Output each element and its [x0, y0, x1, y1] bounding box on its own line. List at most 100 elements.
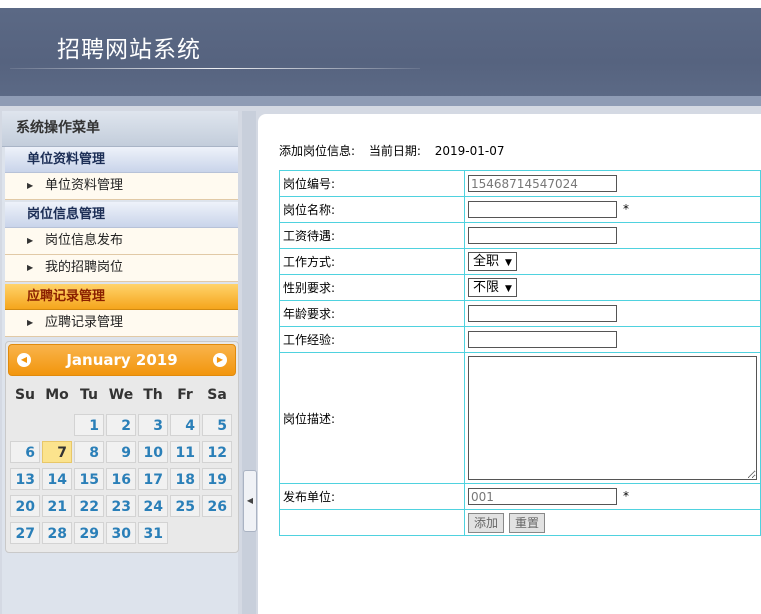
calendar-weekday-mo: Mo [45, 387, 69, 403]
field-label: 发布单位: [279, 483, 465, 510]
main-content: 添加岗位信息: 当前日期: 2019-01-07 岗位编号: 岗位名称: * 工… [258, 114, 761, 614]
sidebar-group-applications[interactable]: 应聘记录管理 [5, 284, 238, 310]
calendar-day-today[interactable]: 7 [42, 441, 72, 463]
calendar-day[interactable]: 23 [106, 495, 136, 517]
form-row-actions: 添加 重置 [279, 509, 761, 536]
required-mark: * [623, 489, 629, 503]
field-label: 岗位描述: [279, 352, 465, 484]
calendar-prev-icon[interactable]: ◀ [17, 353, 31, 367]
chevron-right-icon: ▶ [27, 236, 34, 245]
calendar-day[interactable]: 17 [138, 468, 168, 490]
form-row-age: 年龄要求: [279, 300, 761, 327]
work-mode-value: 全职 [473, 254, 500, 269]
calendar-day[interactable]: 30 [106, 522, 136, 544]
job-code-input[interactable] [468, 175, 617, 192]
form-row-gender: 性别要求: 不限 ▼ [279, 274, 761, 301]
sidebar: 系统操作菜单 单位资料管理 ▶ 单位资料管理 岗位信息管理 ▶ 岗位信息发布 ▶… [2, 111, 239, 614]
sidebar-group-company[interactable]: 单位资料管理 [5, 147, 238, 173]
calendar-day[interactable]: 8 [74, 441, 104, 463]
calendar-weekday-th: Th [143, 387, 163, 403]
calendar-day[interactable]: 2 [106, 414, 136, 436]
form-row-code: 岗位编号: [279, 170, 761, 197]
header-bottom-strip [0, 96, 761, 106]
sidebar-item-label: 岗位信息发布 [45, 233, 124, 248]
sidebar-item-company-profile[interactable]: ▶ 单位资料管理 [5, 173, 238, 200]
publisher-input[interactable] [468, 488, 617, 505]
calendar-day[interactable]: 24 [138, 495, 168, 517]
sidebar-item-publish-job[interactable]: ▶ 岗位信息发布 [5, 228, 238, 255]
sidebar-item-label: 我的招聘岗位 [45, 260, 124, 275]
sidebar-item-label: 单位资料管理 [45, 178, 124, 193]
experience-input[interactable] [468, 331, 617, 348]
form-row-description: 岗位描述: [279, 352, 761, 484]
app-title: 招聘网站系统 [57, 37, 201, 63]
calendar-day[interactable]: 12 [202, 441, 232, 463]
calendar-day[interactable]: 18 [170, 468, 200, 490]
app-header: 招聘网站系统 [0, 0, 761, 106]
calendar-day[interactable]: 3 [138, 414, 168, 436]
calendar-day[interactable]: 31 [138, 522, 168, 544]
calendar-weekday-su: Su [14, 387, 36, 403]
job-form-table: 岗位编号: 岗位名称: * 工资待遇: 工作方式: 全职 ▼ 性别要求: [279, 170, 761, 536]
calendar-day[interactable]: 6 [10, 441, 40, 463]
add-button[interactable]: 添加 [468, 513, 505, 533]
sidebar-item-my-jobs[interactable]: ▶ 我的招聘岗位 [5, 255, 238, 282]
calendar-day[interactable]: 15 [74, 468, 104, 490]
calendar-month-title: January 2019 [66, 351, 178, 369]
calendar-header: January 2019 ◀ ▶ [8, 344, 236, 376]
calendar-day[interactable]: 11 [170, 441, 200, 463]
title-underline [10, 68, 420, 69]
calendar-day[interactable]: 10 [138, 441, 168, 463]
calendar-day[interactable]: 19 [202, 468, 232, 490]
current-date-label: 当前日期: [368, 144, 421, 158]
calendar-day[interactable]: 25 [170, 495, 200, 517]
field-label: 年龄要求: [279, 300, 465, 327]
calendar-day[interactable]: 21 [42, 495, 72, 517]
salary-input[interactable] [468, 227, 617, 244]
reset-button[interactable]: 重置 [509, 513, 546, 533]
caret-down-icon: ▼ [505, 258, 512, 268]
calendar-weekday-sa: Sa [207, 387, 227, 403]
required-mark: * [623, 202, 629, 216]
calendar-weekday-tu: Tu [80, 387, 98, 403]
calendar-next-icon[interactable]: ▶ [213, 353, 227, 367]
sidebar-group-jobs[interactable]: 岗位信息管理 [5, 202, 238, 228]
form-info-line: 添加岗位信息: 当前日期: 2019-01-07 [279, 142, 515, 159]
calendar-day[interactable]: 13 [10, 468, 40, 490]
calendar-day[interactable]: 14 [42, 468, 72, 490]
field-label: 性别要求: [279, 274, 465, 301]
calendar-day[interactable]: 27 [10, 522, 40, 544]
calendar-day[interactable]: 20 [10, 495, 40, 517]
job-description-textarea[interactable] [468, 356, 757, 480]
gender-select[interactable]: 不限 ▼ [468, 278, 517, 297]
calendar-day[interactable]: 1 [74, 414, 104, 436]
field-label: 工资待遇: [279, 222, 465, 249]
calendar-day[interactable]: 26 [202, 495, 232, 517]
calendar-day[interactable]: 16 [106, 468, 136, 490]
collapse-sidebar-icon[interactable]: ◀ [243, 470, 257, 532]
calendar-day[interactable]: 28 [42, 522, 72, 544]
form-info-label: 添加岗位信息: [279, 144, 356, 158]
work-mode-select[interactable]: 全职 ▼ [468, 252, 517, 271]
layout-splitter [242, 111, 256, 614]
form-row-salary: 工资待遇: [279, 222, 761, 249]
field-label: 岗位名称: [279, 196, 465, 223]
job-name-input[interactable] [468, 201, 617, 218]
calendar-day[interactable]: 5 [202, 414, 232, 436]
form-row-publisher: 发布单位: * [279, 483, 761, 510]
calendar-day[interactable]: 29 [74, 522, 104, 544]
sidebar-item-label: 应聘记录管理 [45, 315, 124, 330]
calendar-day[interactable]: 22 [74, 495, 104, 517]
chevron-right-icon: ▶ [27, 263, 34, 272]
calendar-day[interactable]: 9 [106, 441, 136, 463]
form-row-mode: 工作方式: 全职 ▼ [279, 248, 761, 275]
sidebar-item-applications[interactable]: ▶ 应聘记录管理 [5, 310, 238, 337]
sidebar-title: 系统操作菜单 [2, 111, 238, 147]
calendar-weekday-fr: Fr [177, 387, 193, 403]
gender-value: 不限 [473, 280, 500, 295]
calendar-day[interactable]: 4 [170, 414, 200, 436]
field-label: 岗位编号: [279, 170, 465, 197]
header-top-strip [0, 0, 761, 8]
age-input[interactable] [468, 305, 617, 322]
form-row-name: 岗位名称: * [279, 196, 761, 223]
